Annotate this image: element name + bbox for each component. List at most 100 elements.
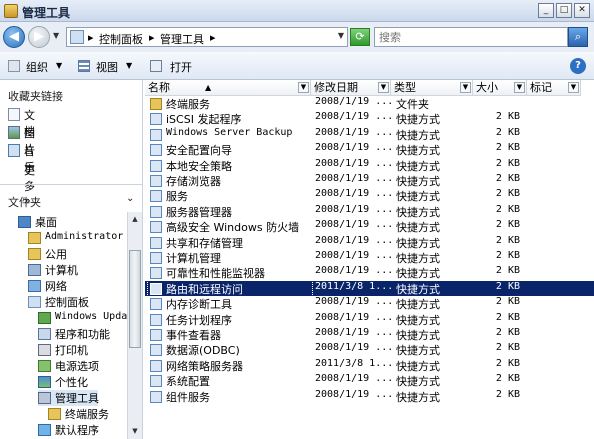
address-bar[interactable]: ▸ 控制面板 ▸ 管理工具 ▸ ▼	[66, 27, 348, 47]
file-row[interactable]: 服务器管理器 2008/1/19 ... 快捷方式 2 KB	[145, 204, 594, 219]
shortcut-icon	[150, 329, 162, 341]
breadcrumb-separator-icon[interactable]: ▸	[210, 31, 216, 44]
organize-dropdown-icon[interactable]: ▼	[56, 61, 62, 70]
admin-tools-icon	[38, 392, 51, 404]
music-icon	[8, 144, 20, 157]
column-filter-icon[interactable]: ▼	[298, 82, 309, 93]
column-header-type[interactable]: 类型 ▼	[391, 80, 473, 96]
column-filter-icon[interactable]: ▼	[568, 82, 579, 93]
refresh-button[interactable]: ⟳	[350, 28, 370, 46]
folder-icon	[48, 408, 61, 420]
column-filter-icon[interactable]: ▼	[378, 82, 389, 93]
maximize-button[interactable]: □	[556, 3, 572, 18]
search-box[interactable]	[374, 27, 568, 47]
documents-icon	[8, 108, 20, 121]
file-row[interactable]: 任务计划程序 2008/1/19 ... 快捷方式 2 KB	[145, 312, 594, 327]
organize-icon	[8, 60, 20, 72]
folder-icon	[28, 248, 41, 260]
shortcut-icon	[150, 267, 162, 280]
file-row[interactable]: 高级安全 Windows 防火墙 2008/1/19 ... 快捷方式 2 KB	[145, 219, 594, 234]
printer-icon	[38, 344, 51, 356]
file-row[interactable]: 系统配置 2008/1/19 ... 快捷方式 2 KB	[145, 373, 594, 388]
breadcrumb-admin-tools[interactable]: 管理工具	[160, 31, 204, 47]
file-row[interactable]: 安全配置向导 2008/1/19 ... 快捷方式 2 KB	[145, 142, 594, 157]
admin-tools-app-icon	[4, 4, 18, 18]
minimize-button[interactable]: _	[538, 3, 554, 18]
file-rows: 终端服务 2008/1/19 ... 文件夹 iSCSI 发起程序 2008/1/19…	[145, 96, 594, 416]
shortcut-icon	[150, 159, 162, 172]
breadcrumb-separator-icon[interactable]: ▸	[88, 31, 94, 44]
column-header-size[interactable]: 大小 ▼	[473, 80, 527, 96]
file-row[interactable]: 终端服务 2008/1/19 ... 文件夹	[145, 96, 594, 111]
folder-tree: 桌面 Administrator 公用 计算机 网络 控制面板 Windows …	[0, 212, 127, 439]
views-button[interactable]: 视图	[96, 59, 118, 75]
file-row-selected[interactable]: 路由和远程访问 2011/3/8 1... 快捷方式 2 KB	[145, 279, 594, 297]
file-row[interactable]: 共享和存储管理 2008/1/19 ... 快捷方式 2 KB	[145, 235, 594, 250]
address-dropdown-icon[interactable]: ▼	[338, 31, 344, 40]
power-icon	[38, 360, 51, 372]
shortcut-icon	[150, 359, 162, 372]
scroll-up-icon[interactable]: ▲	[128, 212, 142, 226]
file-row[interactable]: 内存诊断工具 2008/1/19 ... 快捷方式 2 KB	[145, 296, 594, 311]
column-filter-icon[interactable]: ▼	[514, 82, 525, 93]
breadcrumb-separator-icon[interactable]: ▸	[149, 31, 155, 44]
pane-splitter[interactable]	[0, 184, 143, 185]
file-list: 名称 ▲ ▼ 修改日期 ▼ 类型 ▼ 大小 ▼ 标记 ▼ 终端服务 2008/1/…	[145, 80, 594, 439]
folder-tree-scrollbar[interactable]: ▲ ▼	[127, 212, 142, 439]
file-row[interactable]: 服务 2008/1/19 ... 快捷方式 2 KB	[145, 188, 594, 203]
back-button[interactable]: ◀	[3, 26, 25, 48]
organize-button[interactable]: 组织	[26, 59, 48, 75]
scrollbar-thumb[interactable]	[129, 250, 141, 348]
breadcrumb-control-panel[interactable]: 控制面板	[99, 31, 143, 47]
shortcut-icon	[150, 144, 162, 157]
file-row[interactable]: 组件服务 2008/1/19 ... 快捷方式 2 KB	[145, 389, 594, 404]
folders-collapse-icon[interactable]: ⌄	[126, 193, 134, 204]
column-header-name[interactable]: 名称 ▲ ▼	[145, 80, 311, 96]
scroll-down-icon[interactable]: ▼	[128, 424, 142, 438]
shortcut-icon	[150, 375, 162, 388]
views-dropdown-icon[interactable]: ▼	[126, 61, 132, 70]
open-button[interactable]: 打开	[170, 59, 192, 75]
programs-icon	[38, 328, 51, 340]
shortcut-icon	[150, 298, 162, 311]
file-row[interactable]: 可靠性和性能监视器 2008/1/19 ... 快捷方式 2 KB	[145, 265, 594, 280]
favorites-header: 收藏夹链接	[8, 90, 63, 103]
shortcut-icon	[150, 313, 162, 326]
column-filter-icon[interactable]: ▼	[460, 82, 471, 93]
file-row[interactable]: 本地安全策略 2008/1/19 ... 快捷方式 2 KB	[145, 158, 594, 173]
control-panel-icon	[70, 30, 84, 44]
folders-header[interactable]: 文件夹	[8, 194, 41, 210]
default-programs-icon	[38, 424, 51, 436]
column-header-tags[interactable]: 标记 ▼	[527, 80, 581, 96]
desktop-icon	[18, 216, 31, 228]
control-panel-icon	[28, 296, 41, 308]
file-row[interactable]: Windows Server Backup 2008/1/19 ... 快捷方式 2 …	[145, 127, 594, 142]
shortcut-icon	[150, 344, 162, 357]
user-folder-icon	[28, 232, 41, 244]
file-row[interactable]: 计算机管理 2008/1/19 ... 快捷方式 2 KB	[145, 250, 594, 265]
search-input[interactable]	[375, 28, 567, 46]
file-row[interactable]: 事件查看器 2008/1/19 ... 快捷方式 2 KB	[145, 327, 594, 342]
forward-button[interactable]: ▶	[28, 26, 50, 48]
sort-ascending-icon: ▲	[205, 83, 212, 92]
search-icon[interactable]: ⌕	[568, 27, 588, 47]
shortcut-icon	[150, 221, 162, 234]
file-row[interactable]: iSCSI 发起程序 2008/1/19 ... 快捷方式 2 KB	[145, 111, 594, 126]
windows-update-icon	[38, 312, 51, 324]
recent-pages-dropdown-icon[interactable]: ▼	[53, 31, 59, 40]
shortcut-icon	[150, 128, 162, 141]
close-button[interactable]: ✕	[574, 3, 590, 18]
tree-node-admin-tools[interactable]: 管理工具	[38, 390, 99, 406]
shortcut-icon	[150, 252, 162, 264]
help-icon[interactable]: ?	[570, 58, 586, 74]
folder-icon	[150, 98, 162, 110]
column-header-date[interactable]: 修改日期 ▼	[311, 80, 391, 96]
pictures-icon	[8, 126, 20, 139]
shortcut-icon	[150, 205, 162, 218]
network-icon	[28, 280, 41, 292]
file-row[interactable]: 数据源(ODBC) 2008/1/19 ... 快捷方式 2 KB	[145, 342, 594, 357]
file-row[interactable]: 网络策略服务器 2011/3/8 1... 快捷方式 2 KB	[145, 358, 594, 373]
file-row[interactable]: 存储浏览器 2008/1/19 ... 快捷方式 2 KB	[145, 173, 594, 188]
shortcut-icon	[150, 190, 162, 203]
shortcut-icon	[150, 236, 162, 249]
